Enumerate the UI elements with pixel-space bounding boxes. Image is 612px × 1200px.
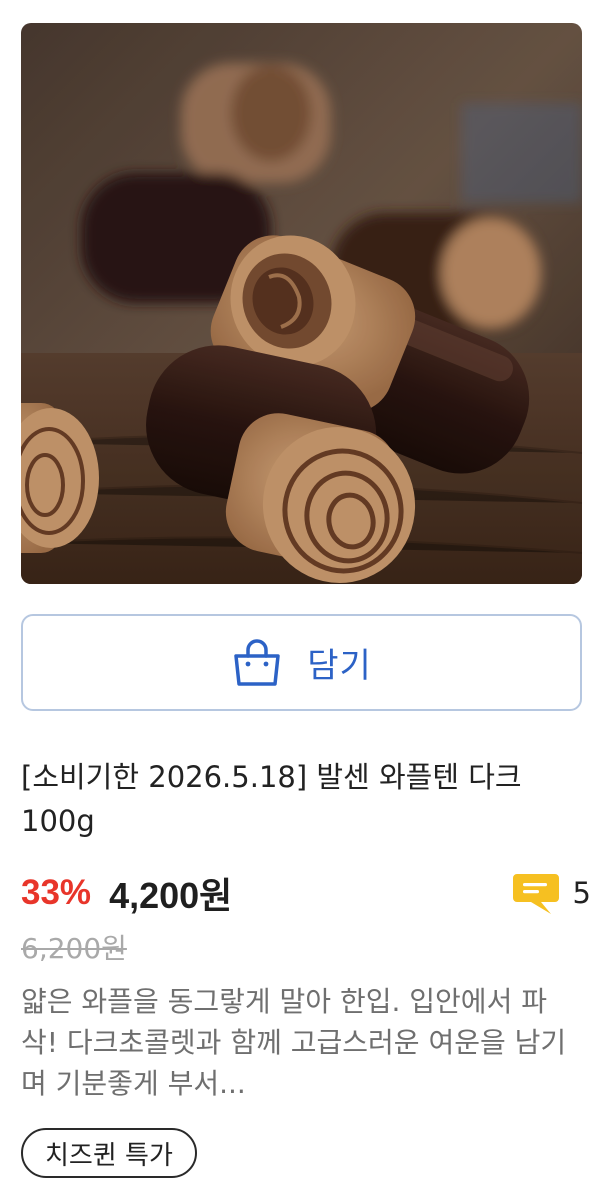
product-image[interactable] — [21, 23, 582, 584]
review-count: 5 — [572, 876, 591, 910]
price-row: 33% 4,200원 5 — [21, 868, 591, 918]
promo-tag: 치즈퀸 특가 — [21, 1128, 197, 1178]
review-count-link[interactable]: 5 — [511, 870, 591, 916]
original-price: 6,200원 — [21, 932, 127, 965]
discount-rate: 33% — [21, 873, 92, 912]
speech-bubble-icon — [511, 870, 561, 916]
product-title[interactable]: [소비기한 2026.5.18] 발센 와플텐 다크 100g — [21, 755, 591, 843]
product-description: 얇은 와플을 동그랗게 말아 한입. 입안에서 파삭! 다크초콜렛과 함께 고급… — [21, 985, 567, 1100]
shopping-bag-icon — [231, 638, 283, 688]
sale-price: 4,200원 — [109, 875, 233, 916]
add-to-cart-button[interactable]: 담기 — [21, 614, 582, 711]
add-to-cart-label: 담기 — [307, 646, 372, 686]
